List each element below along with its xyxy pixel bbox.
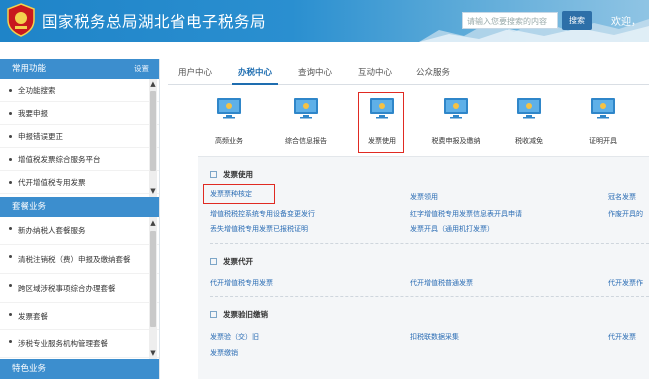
sidebar: 常用功能 设置 全功能搜索 我要申报 申报错误更正 增值税发票综合服务平台 代开… <box>0 59 160 379</box>
icon-info-report[interactable]: 综合信息报告 <box>276 97 336 146</box>
panel-section-title: 发票验旧缴销 <box>210 309 268 320</box>
link-deduction-data[interactable]: 扣税联数据采集 <box>410 332 459 342</box>
scroll-up-icon[interactable]: ▲ <box>149 80 157 88</box>
sidebar-item-new-taxpayer[interactable]: 新办纳税人套餐服务 <box>0 217 159 245</box>
sidebar-item-correction[interactable]: 申报错误更正 <box>0 125 159 148</box>
sidebar-section-common: 常用功能 设置 <box>0 59 159 79</box>
sidebar-section-package: 套餐业务 <box>0 197 159 217</box>
scroll-down-icon[interactable]: ▼ <box>149 187 157 195</box>
sidebar-item-vat-platform[interactable]: 增值税发票综合服务平台 <box>0 148 159 171</box>
icon-high-frequency[interactable]: 高频业务 <box>199 97 259 146</box>
active-tab-indicator <box>232 83 278 85</box>
welcome-text: 欢迎， <box>611 17 641 28</box>
common-list: 全功能搜索 我要申报 申报错误更正 增值税发票综合服务平台 代开增值税专用发票 … <box>0 79 159 197</box>
link-proxy-vat-general[interactable]: 代开增值税普通发票 <box>410 278 473 288</box>
sidebar-item-declare[interactable]: 我要申报 <box>0 102 159 125</box>
tab-interaction-center[interactable]: 互动中心 <box>358 66 392 78</box>
scrollbar[interactable]: ▲ ▼ <box>149 79 157 197</box>
icon-label: 证明开具 <box>589 137 617 145</box>
site-title: 国家税务总局湖北省电子税务局 <box>42 13 267 31</box>
link-proxy-invoice[interactable]: 代开发票 <box>608 332 636 342</box>
sidebar-item-deregistration[interactable]: 清税注销税（费）申报及缴纳套餐 <box>0 245 159 274</box>
sidebar-item-agency-management[interactable]: 涉税专业服务机构管理套餐 <box>0 330 159 358</box>
panel-section-title: 发票代开 <box>210 256 253 267</box>
monitor-icon <box>517 98 541 119</box>
scroll-down-icon[interactable]: ▼ <box>149 349 157 357</box>
monitor-icon <box>217 98 241 119</box>
sidebar-section-special: 特色业务 <box>0 359 159 379</box>
site-header: 国家税务总局湖北省电子税务局 请输入您要搜索的内容 搜索 欢迎， <box>0 0 649 42</box>
section-title-text: 发票验旧缴销 <box>223 310 268 319</box>
link-proxy-void[interactable]: 代开发票作 <box>608 278 643 288</box>
link-lost-vat-proof[interactable]: 丢失增值税专用发票已报税证明 <box>210 224 308 234</box>
doc-icon <box>210 311 217 318</box>
link-invoice-cancel[interactable]: 发票缴销 <box>210 348 238 358</box>
monitor-icon <box>294 98 318 119</box>
sidebar-section-title: 特色业务 <box>12 364 47 374</box>
monitor-icon <box>444 98 468 119</box>
package-list: 新办纳税人套餐服务 清税注销税（费）申报及缴纳套餐 跨区域涉税事项综合办理套餐 … <box>0 217 159 359</box>
search-button[interactable]: 搜索 <box>562 11 592 30</box>
divider <box>210 243 649 244</box>
section-title-text: 发票使用 <box>223 170 253 179</box>
link-invoice-check-old[interactable]: 发票验（交）旧 <box>210 332 259 342</box>
icon-label: 高频业务 <box>215 137 243 145</box>
sidebar-item-cross-region[interactable]: 跨区域涉税事项综合办理套餐 <box>0 274 159 303</box>
icon-label: 综合信息报告 <box>285 137 327 145</box>
sidebar-section-title: 套餐业务 <box>12 202 47 212</box>
panel-section-title: 发票使用 <box>210 169 253 180</box>
divider <box>210 296 649 297</box>
doc-icon <box>210 171 217 178</box>
link-tax-device-change[interactable]: 增值税税控系统专用设备变更发行 <box>210 209 315 219</box>
settings-link[interactable]: 设置 <box>134 59 149 79</box>
scroll-up-icon[interactable]: ▲ <box>149 219 157 227</box>
link-invoice-collect[interactable]: 发票领用 <box>410 192 438 202</box>
invoice-panel: 发票使用 发票票种核定 增值税税控系统专用设备变更发行 丢失增值税专用发票已报税… <box>198 156 649 379</box>
search-input[interactable]: 请输入您要搜索的内容 <box>462 12 558 29</box>
sidebar-item-invoice-package[interactable]: 发票套餐 <box>0 303 159 330</box>
link-named-invoice[interactable]: 冠名发票 <box>608 192 636 202</box>
icon-label: 税费申报及缴纳 <box>431 137 481 145</box>
icon-label: 税收减免 <box>515 137 543 145</box>
icon-certificate[interactable]: 证明开具 <box>573 97 633 146</box>
icon-tax-declare-pay[interactable]: 税费申报及缴纳 <box>426 97 486 146</box>
tax-emblem-icon <box>7 3 35 37</box>
icon-tax-relief[interactable]: 税收减免 <box>499 97 559 146</box>
link-issue-general-invoice[interactable]: 发票开具（通用机打发票） <box>410 224 494 234</box>
highlight-box-invoice-use <box>358 92 404 153</box>
scrollbar-thumb[interactable] <box>150 91 156 171</box>
sidebar-item-full-search[interactable]: 全功能搜索 <box>0 79 159 102</box>
section-title-text: 发票代开 <box>223 257 253 266</box>
doc-icon <box>210 258 217 265</box>
monitor-icon <box>591 98 615 119</box>
tab-user-center[interactable]: 用户中心 <box>178 66 212 78</box>
tab-public-service[interactable]: 公众服务 <box>416 66 450 78</box>
link-red-vat-application[interactable]: 红字增值税专用发票信息表开具申请 <box>410 209 522 219</box>
sidebar-section-title: 常用功能 <box>12 64 47 74</box>
tab-tax-center[interactable]: 办税中心 <box>238 66 272 78</box>
scrollbar[interactable]: ▲ ▼ <box>149 217 157 359</box>
sidebar-item-vat-invoice[interactable]: 代开增值税专用发票 <box>0 171 159 194</box>
link-proxy-vat-special[interactable]: 代开增值税专用发票 <box>210 278 273 288</box>
link-void-issued[interactable]: 作废开具的 <box>608 209 643 219</box>
highlight-box-invoice-type <box>203 184 275 204</box>
tab-query-center[interactable]: 查询中心 <box>298 66 332 78</box>
main-tabs: 用户中心 办税中心 查询中心 互动中心 公众服务 <box>168 59 649 85</box>
scrollbar-thumb[interactable] <box>150 231 156 327</box>
